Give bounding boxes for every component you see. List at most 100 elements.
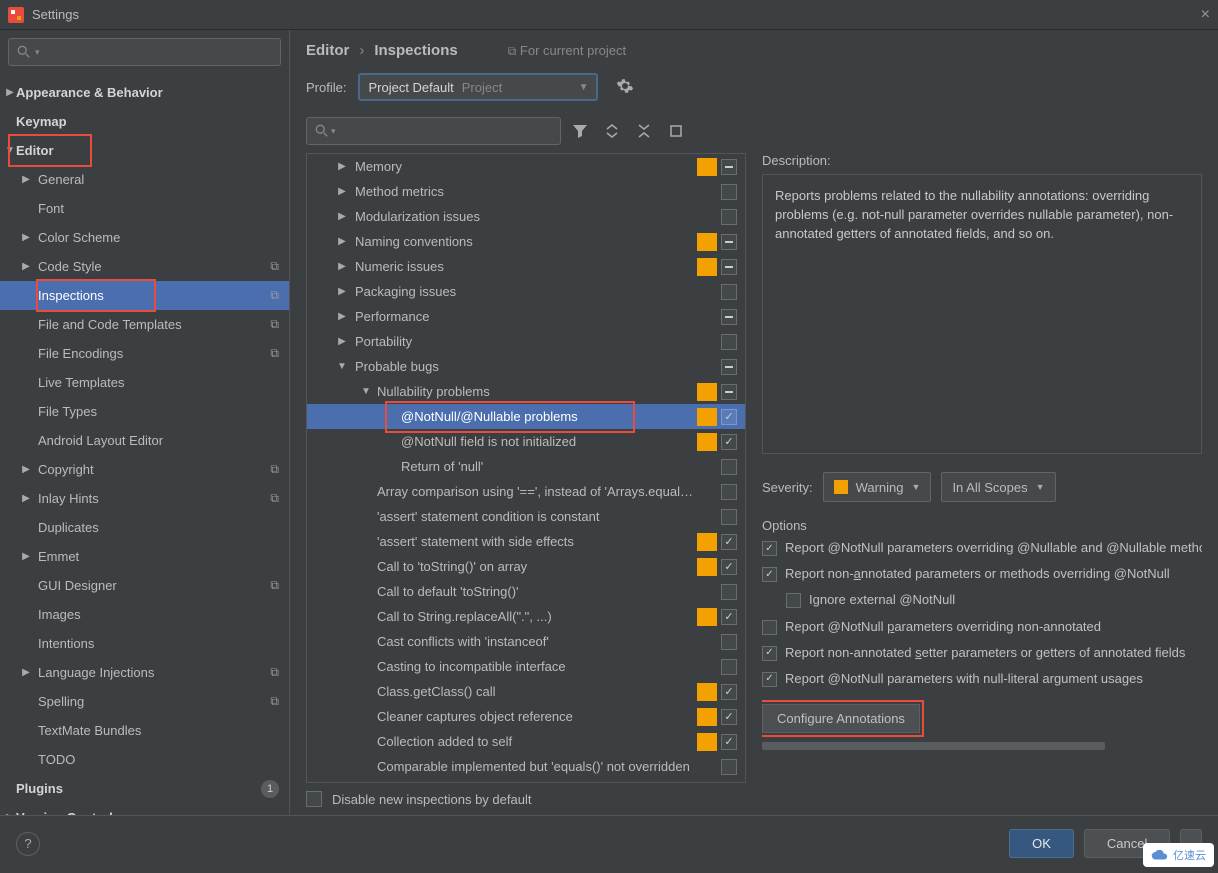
sidebar-item-font[interactable]: Font — [0, 194, 289, 223]
inspection-row[interactable]: Call to String.replaceAll(".", ...) — [307, 604, 745, 629]
inspection-checkbox[interactable] — [721, 359, 737, 375]
inspection-row[interactable]: ▼Nullability problems — [307, 379, 745, 404]
inspection-checkbox[interactable] — [721, 509, 737, 525]
sidebar-item-inspections[interactable]: Inspections⧉ — [0, 281, 289, 310]
configure-annotations-button[interactable]: Configure Annotations — [762, 704, 920, 733]
inspection-row[interactable]: ▶Naming conventions — [307, 229, 745, 254]
inspection-checkbox[interactable] — [721, 534, 737, 550]
inspection-checkbox[interactable] — [721, 709, 737, 725]
sidebar-item-copyright[interactable]: ▶Copyright⧉ — [0, 455, 289, 484]
inspection-checkbox[interactable] — [721, 384, 737, 400]
inspection-checkbox[interactable] — [721, 259, 737, 275]
inspection-row[interactable]: ▶Numeric issues — [307, 254, 745, 279]
sidebar-item-duplicates[interactable]: Duplicates — [0, 513, 289, 542]
horizontal-scrollbar[interactable] — [762, 741, 1202, 751]
sidebar-item-language-injections[interactable]: ▶Language Injections⧉ — [0, 658, 289, 687]
sidebar-item-intentions[interactable]: Intentions — [0, 629, 289, 658]
inspection-row[interactable]: Return of 'null' — [307, 454, 745, 479]
inspection-checkbox[interactable] — [721, 584, 737, 600]
inspection-row[interactable]: ▶Modularization issues — [307, 204, 745, 229]
inspection-checkbox[interactable] — [721, 559, 737, 575]
inspection-row[interactable]: Comparable implemented but 'equals()' no… — [307, 754, 745, 779]
filter-button[interactable] — [567, 118, 593, 144]
inspection-row[interactable]: ▶Portability — [307, 329, 745, 354]
help-button[interactable]: ? — [16, 832, 40, 856]
inspection-checkbox[interactable] — [721, 284, 737, 300]
sidebar-search-input[interactable]: ▾ — [8, 38, 281, 66]
sidebar-item-inlay-hints[interactable]: ▶Inlay Hints⧉ — [0, 484, 289, 513]
sidebar-item-file-types[interactable]: File Types — [0, 397, 289, 426]
sidebar-item-images[interactable]: Images — [0, 600, 289, 629]
profile-select[interactable]: Project Default Project ▼ — [358, 73, 598, 101]
inspection-checkbox[interactable] — [721, 684, 737, 700]
breadcrumb-editor[interactable]: Editor — [306, 42, 349, 59]
sidebar-item-textmate-bundles[interactable]: TextMate Bundles — [0, 716, 289, 745]
disable-new-checkbox[interactable] — [306, 791, 322, 807]
inspection-checkbox[interactable] — [721, 184, 737, 200]
inspection-row[interactable]: ▶Performance — [307, 304, 745, 329]
inspection-row[interactable]: Call to default 'toString()' — [307, 579, 745, 604]
sidebar-item-editor[interactable]: ▼Editor — [0, 136, 289, 165]
option-checkbox[interactable] — [786, 593, 801, 608]
sidebar-item-android-layout-editor[interactable]: Android Layout Editor — [0, 426, 289, 455]
option-checkbox[interactable] — [762, 672, 777, 687]
inspection-checkbox[interactable] — [721, 459, 737, 475]
inspection-checkbox[interactable] — [721, 609, 737, 625]
inspection-checkbox[interactable] — [721, 234, 737, 250]
inspection-search-input[interactable]: ▾ — [306, 117, 561, 145]
inspection-checkbox[interactable] — [721, 759, 737, 775]
inspection-checkbox[interactable] — [721, 159, 737, 175]
sidebar-item-spelling[interactable]: Spelling⧉ — [0, 687, 289, 716]
sidebar-item-version-control[interactable]: ▶Version Control — [0, 803, 289, 815]
inspection-row[interactable]: 'assert' statement with side effects — [307, 529, 745, 554]
inspection-checkbox[interactable] — [721, 659, 737, 675]
inspection-checkbox[interactable] — [721, 309, 737, 325]
inspection-row[interactable]: Class.getClass() call — [307, 679, 745, 704]
gear-icon[interactable] — [616, 77, 634, 98]
option-checkbox[interactable] — [762, 620, 777, 635]
option-checkbox[interactable] — [762, 541, 777, 556]
option-checkbox[interactable] — [762, 646, 777, 661]
inspection-row[interactable]: ▶Method metrics — [307, 179, 745, 204]
inspection-row[interactable]: ▶Memory — [307, 154, 745, 179]
sidebar-item-keymap[interactable]: Keymap — [0, 107, 289, 136]
inspection-row[interactable]: Cleaner captures object reference — [307, 704, 745, 729]
option-checkbox[interactable] — [762, 567, 777, 582]
inspection-row[interactable]: Call to 'toString()' on array — [307, 554, 745, 579]
inspection-row[interactable]: Cast conflicts with 'instanceof' — [307, 629, 745, 654]
collapse-all-button[interactable] — [631, 118, 657, 144]
sidebar-item-color-scheme[interactable]: ▶Color Scheme — [0, 223, 289, 252]
inspection-checkbox[interactable] — [721, 209, 737, 225]
sidebar-item-file-encodings[interactable]: File Encodings⧉ — [0, 339, 289, 368]
inspection-row[interactable]: ▶Packaging issues — [307, 279, 745, 304]
expand-all-button[interactable] — [599, 118, 625, 144]
sidebar-item-gui-designer[interactable]: GUI Designer⧉ — [0, 571, 289, 600]
severity-select[interactable]: Warning ▼ — [823, 472, 932, 502]
close-icon[interactable]: × — [1201, 6, 1210, 24]
inspection-checkbox[interactable] — [721, 409, 737, 425]
inspection-checkbox[interactable] — [721, 434, 737, 450]
inspection-checkbox[interactable] — [721, 334, 737, 350]
sidebar-item-general[interactable]: ▶General — [0, 165, 289, 194]
inspection-row[interactable]: Casting to incompatible interface — [307, 654, 745, 679]
inspection-checkbox[interactable] — [721, 734, 737, 750]
inspection-row[interactable]: ▼Probable bugs — [307, 354, 745, 379]
sidebar-item-file-and-code-templates[interactable]: File and Code Templates⧉ — [0, 310, 289, 339]
inspection-checkbox[interactable] — [721, 634, 737, 650]
dialog-footer: ? OK Cancel — [0, 815, 1218, 871]
inspection-checkbox[interactable] — [721, 484, 737, 500]
inspection-row[interactable]: Array comparison using '==', instead of … — [307, 479, 745, 504]
inspection-row[interactable]: Collection added to self — [307, 729, 745, 754]
sidebar-item-live-templates[interactable]: Live Templates — [0, 368, 289, 397]
sidebar-item-emmet[interactable]: ▶Emmet — [0, 542, 289, 571]
inspection-row[interactable]: @NotNull/@Nullable problems — [307, 404, 745, 429]
scope-select[interactable]: In All Scopes ▼ — [941, 472, 1055, 502]
sidebar-item-plugins[interactable]: Plugins1 — [0, 774, 289, 803]
inspection-row[interactable]: 'assert' statement condition is constant — [307, 504, 745, 529]
reset-button[interactable] — [663, 118, 689, 144]
sidebar-item-appearance-behavior[interactable]: ▶Appearance & Behavior — [0, 78, 289, 107]
inspection-row[interactable]: @NotNull field is not initialized — [307, 429, 745, 454]
ok-button[interactable]: OK — [1009, 829, 1074, 858]
sidebar-item-code-style[interactable]: ▶Code Style⧉ — [0, 252, 289, 281]
sidebar-item-todo[interactable]: TODO — [0, 745, 289, 774]
